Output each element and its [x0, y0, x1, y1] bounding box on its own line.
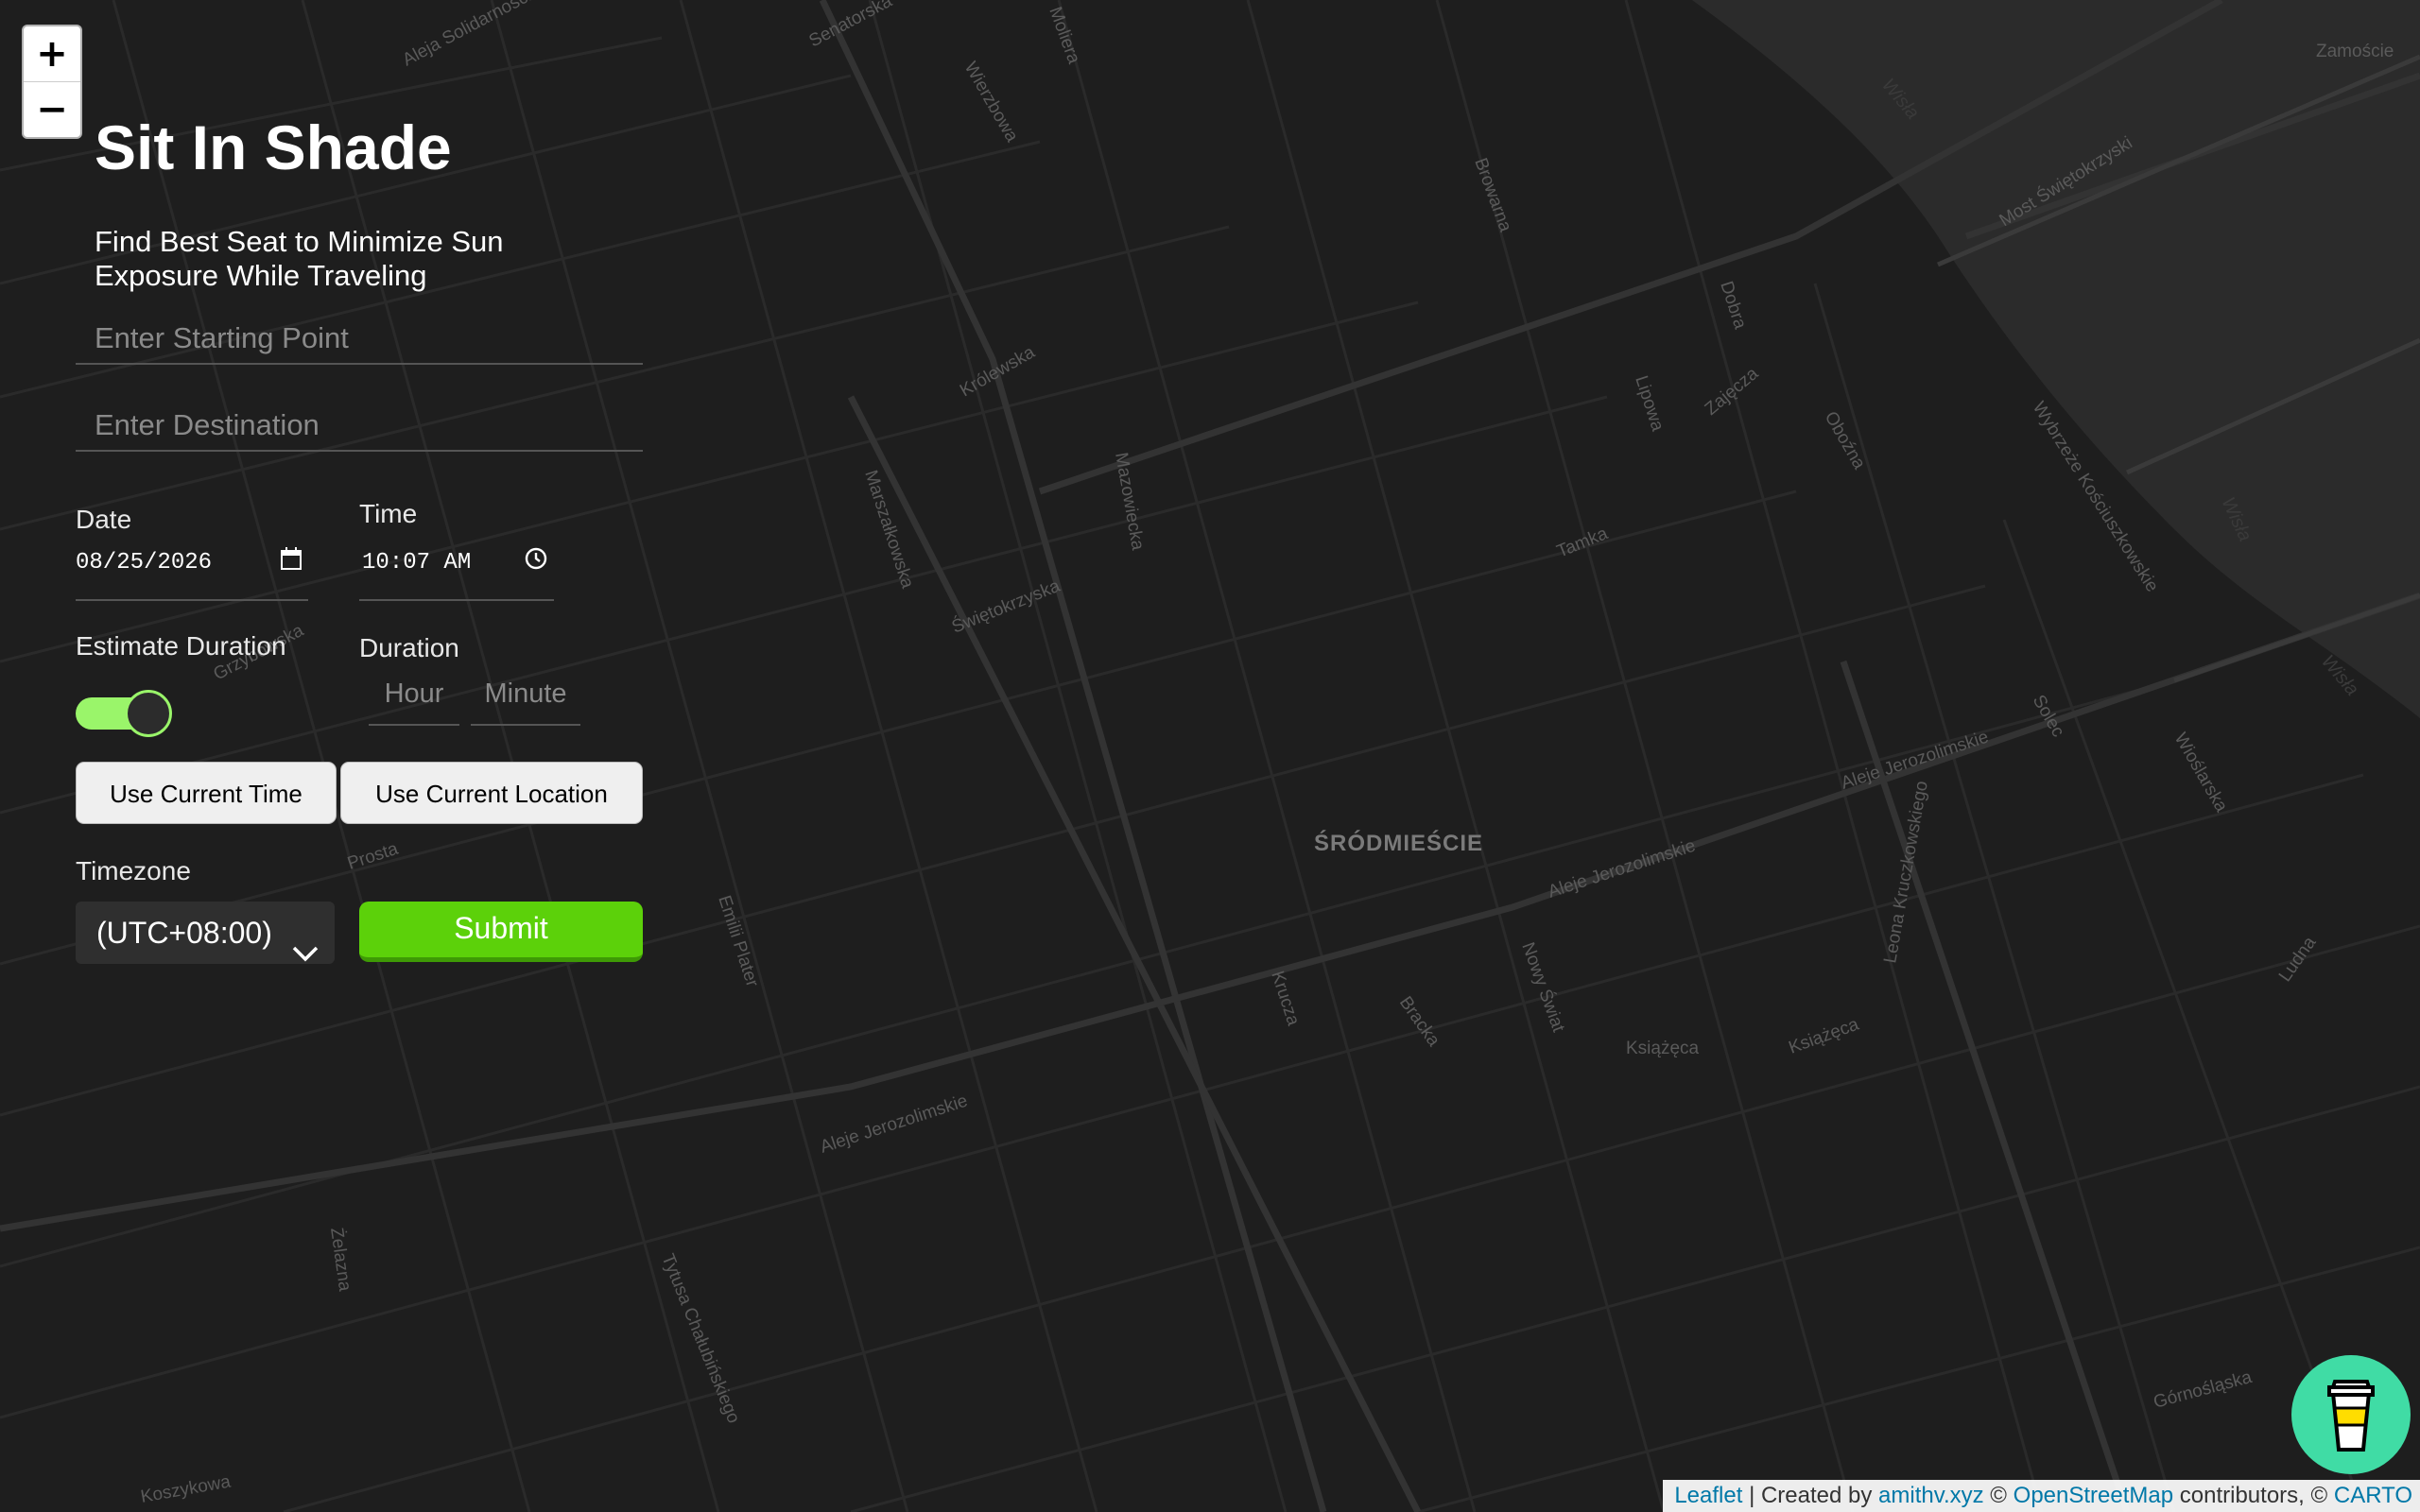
street-label: Książęca: [1626, 1039, 1700, 1058]
attribution-text: | Created by: [1749, 1483, 1873, 1508]
osm-link[interactable]: OpenStreetMap: [2014, 1483, 2173, 1508]
author-link[interactable]: amithv.xyz: [1878, 1483, 1984, 1508]
chevron-down-icon: [291, 922, 320, 985]
toggle-knob: [125, 690, 172, 737]
buy-me-a-coffee-button[interactable]: [2291, 1355, 2411, 1474]
time-input[interactable]: 10:07 AM: [359, 544, 554, 601]
timezone-selected-value: (UTC+08:00): [96, 916, 272, 950]
calendar-icon[interactable]: [280, 546, 302, 585]
date-value: 08/25/2026: [76, 550, 213, 576]
copyright-symbol: ©: [1990, 1483, 2007, 1508]
destination-input[interactable]: [76, 401, 643, 452]
map-attribution: Leaflet | Created by amithv.xyz © OpenSt…: [1663, 1480, 2420, 1512]
app-title: Sit In Shade: [95, 112, 452, 182]
duration-minute-input[interactable]: Minute: [471, 673, 580, 726]
app-subtitle: Find Best Seat to Minimize Sun Exposure …: [95, 225, 504, 292]
carto-link[interactable]: CARTO: [2334, 1483, 2412, 1508]
leaflet-link[interactable]: Leaflet: [1674, 1483, 1742, 1508]
district-label: ŚRÓDMIEŚCIE: [1314, 830, 1483, 856]
time-label: Time: [359, 499, 418, 528]
coffee-cup-icon: [2327, 1380, 2375, 1452]
zoom-out-button[interactable]: −: [24, 81, 80, 137]
clock-icon[interactable]: [524, 546, 548, 585]
duration-hour-input[interactable]: Hour: [369, 673, 459, 726]
contributors-text: contributors, ©: [2179, 1483, 2328, 1508]
duration-label: Duration: [359, 633, 459, 662]
timezone-label: Timezone: [76, 856, 191, 885]
date-input[interactable]: 08/25/2026: [76, 544, 308, 601]
zoom-control: + −: [22, 25, 82, 139]
time-value: 10:07 AM: [362, 550, 472, 576]
timezone-select[interactable]: (UTC+08:00): [76, 902, 335, 964]
zoom-in-button[interactable]: +: [24, 26, 80, 81]
use-current-location-button[interactable]: Use Current Location: [340, 762, 643, 824]
street-label: Zamoście: [2316, 42, 2394, 61]
estimate-duration-label: Estimate Duration: [76, 631, 286, 661]
use-current-time-button[interactable]: Use Current Time: [76, 762, 337, 824]
submit-button[interactable]: Submit: [359, 902, 643, 962]
date-label: Date: [76, 505, 132, 534]
estimate-duration-toggle[interactable]: [76, 690, 174, 737]
starting-point-input[interactable]: [76, 314, 643, 365]
